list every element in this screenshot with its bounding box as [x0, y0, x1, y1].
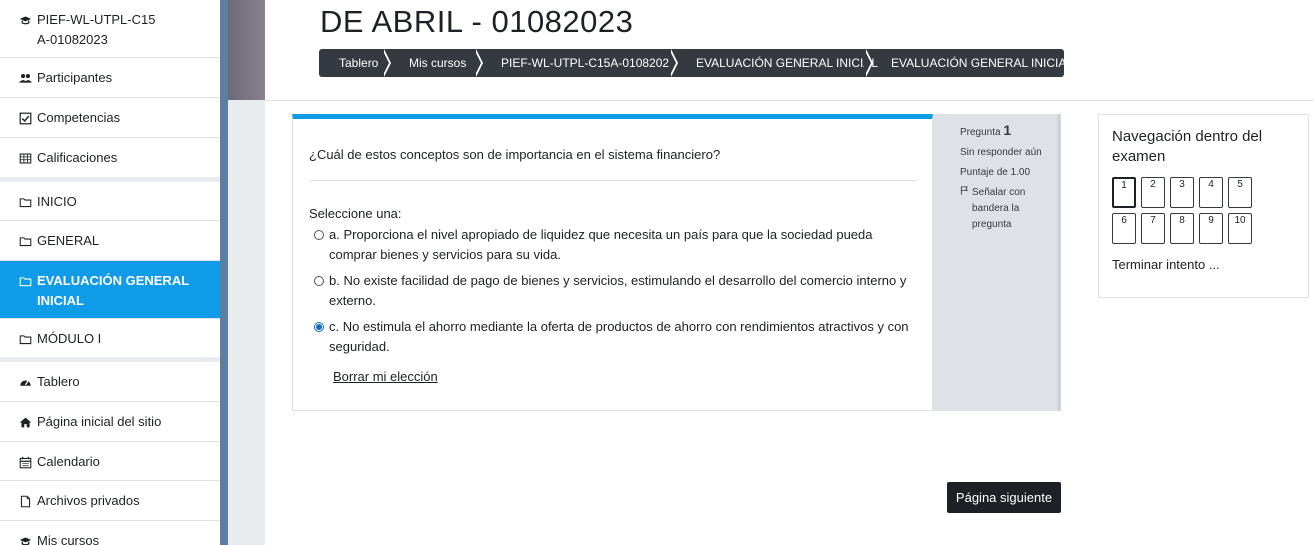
quiz-nav-button-8[interactable]: 8 [1170, 213, 1194, 244]
breadcrumb-item-course[interactable]: PIEF-WL-UTPL-C15A-01082023 [481, 49, 676, 77]
quiz-nav-button-2[interactable]: 2 [1141, 177, 1165, 208]
sidebar-item-competencias[interactable]: Competencias [0, 98, 220, 138]
breadcrumb-item-tablero[interactable]: Tablero [319, 49, 389, 77]
radio-button-selected[interactable] [314, 322, 324, 332]
sidebar-item-participantes[interactable]: Participantes [0, 58, 220, 98]
question-score: Puntaje de 1.00 [960, 167, 1031, 178]
answer-option-label: c. No estimula el ahorro mediante la ofe… [329, 319, 909, 354]
breadcrumb-item-mis-cursos[interactable]: Mis cursos [389, 49, 481, 77]
table-icon [18, 151, 32, 165]
graduation-cap-icon [18, 13, 32, 27]
quiz-nav-button-7[interactable]: 7 [1141, 213, 1165, 244]
flag-question-button[interactable]: Señalar con bandera la pregunta [960, 185, 1047, 233]
sidebar-item-label: Competencias [37, 110, 121, 125]
sidebar-item-label: Participantes [37, 70, 113, 85]
sidebar-item-label: Calificaciones [37, 150, 118, 165]
clear-choice-link[interactable]: Borrar mi elección [333, 369, 438, 384]
quiz-navigation-block: Navegación dentro del examen 1 2 3 4 5 6… [1098, 114, 1309, 298]
sidebar: PIEF-WL-UTPL-C15A-01082023 Participantes… [0, 0, 220, 545]
question-number-label: Pregunta [960, 127, 1001, 138]
page-header: DE ABRIL - 01082023 Tablero Mis cursos P… [228, 0, 1314, 100]
radio-button[interactable] [314, 276, 324, 286]
sidebar-item-course[interactable]: PIEF-WL-UTPL-C15A-01082023 [0, 0, 220, 58]
flag-question-label: Señalar con bandera la pregunta [972, 187, 1026, 230]
quiz-nav-button-9[interactable]: 9 [1199, 213, 1223, 244]
breadcrumb: Tablero Mis cursos PIEF-WL-UTPL-C15A-010… [319, 49, 1073, 77]
quiz-nav-button-10[interactable]: 10 [1228, 213, 1252, 244]
divider [309, 180, 916, 181]
quiz-nav-button-1[interactable]: 1 [1112, 177, 1136, 208]
sidebar-item-label: PIEF-WL-UTPL-C15A-01082023 [37, 12, 156, 47]
sidebar-course-group: PIEF-WL-UTPL-C15A-01082023 Participantes… [0, 0, 220, 182]
sidebar-sections-group: INICIO GENERAL EVALUACIÓN GENERAL INICIA… [0, 182, 220, 362]
sidebar-item-label: MÓDULO I [37, 331, 102, 346]
question-card: ¿Cuál de estos conceptos son de importan… [292, 114, 933, 411]
folder-icon [18, 195, 32, 209]
question-text: ¿Cuál de estos conceptos son de importan… [309, 147, 721, 162]
sidebar-item-tablero[interactable]: Tablero [0, 362, 220, 402]
quiz-nav-button-4[interactable]: 4 [1199, 177, 1223, 208]
sidebar-item-calendario[interactable]: Calendario [0, 442, 220, 481]
breadcrumb-item-section[interactable]: EVALUACIÓN GENERAL INICIAL [676, 49, 878, 77]
radio-button[interactable] [314, 230, 324, 240]
calendar-icon [18, 455, 32, 469]
sidebar-item-label: GENERAL [37, 233, 100, 248]
answer-option-b[interactable]: b. No existe facilidad de pago de bienes… [309, 271, 919, 311]
next-page-button[interactable]: Página siguiente [947, 482, 1061, 513]
breadcrumb-item-quiz[interactable]: EVALUACIÓN GENERAL INICIAL [871, 49, 1073, 77]
sidebar-item-label: EVALUACIÓN GENERAL INICIAL [37, 273, 189, 308]
quiz-nav-button-5[interactable]: 5 [1228, 177, 1252, 208]
sidebar-item-mis-cursos[interactable]: Mis cursos [0, 521, 220, 545]
folder-icon [18, 234, 32, 248]
answer-option-label: a. Proporciona el nivel apropiado de liq… [329, 227, 873, 262]
quiz-nav-button-3[interactable]: 3 [1170, 177, 1194, 208]
sidebar-item-label: Mis cursos [37, 533, 100, 545]
sidebar-item-evaluacion-general-inicial[interactable]: EVALUACIÓN GENERAL INICIAL [0, 261, 220, 319]
drawer-edge [220, 0, 228, 545]
folder-icon [18, 332, 32, 346]
answer-option-label: b. No existe facilidad de pago de bienes… [329, 273, 907, 308]
sidebar-item-general[interactable]: GENERAL [0, 221, 220, 261]
users-icon [18, 71, 32, 85]
question-number: 1 [1003, 122, 1012, 138]
answer-prompt: Seleccione una: [309, 206, 402, 221]
file-icon [18, 494, 32, 508]
sidebar-item-label: Tablero [37, 374, 80, 389]
sidebar-item-calificaciones[interactable]: Calificaciones [0, 138, 220, 177]
header-panel: DE ABRIL - 01082023 Tablero Mis cursos P… [265, 0, 1314, 100]
dashboard-icon [18, 375, 32, 389]
sidebar-item-label: Archivos privados [37, 493, 140, 508]
question-status: Sin responder aún [960, 147, 1042, 158]
graduation-cap-icon [18, 534, 32, 545]
sidebar-item-archivos-privados[interactable]: Archivos privados [0, 481, 220, 521]
sidebar-item-label: Página inicial del sitio [37, 414, 162, 429]
sidebar-item-label: Calendario [37, 454, 100, 469]
question-info-panel: Pregunta 1 Sin responder aún Puntaje de … [933, 114, 1061, 411]
quiz-nav-button-6[interactable]: 6 [1112, 213, 1136, 244]
sidebar-item-label: INICIO [37, 194, 77, 209]
answer-option-c[interactable]: c. No estimula el ahorro mediante la ofe… [309, 317, 919, 357]
sidebar-item-pagina-inicial[interactable]: Página inicial del sitio [0, 402, 220, 442]
quiz-navigation-title: Navegación dentro del examen [1112, 128, 1263, 165]
folder-icon [18, 274, 32, 288]
home-icon [18, 415, 32, 429]
flag-icon [960, 185, 972, 233]
sidebar-item-inicio[interactable]: INICIO [0, 182, 220, 221]
sidebar-item-modulo-i[interactable]: MÓDULO I [0, 319, 220, 357]
check-square-icon [18, 111, 32, 125]
quiz-navigation-grid: 1 2 3 4 5 6 7 8 9 10 [1112, 177, 1295, 244]
finish-attempt-link[interactable]: Terminar intento ... [1112, 257, 1295, 272]
page-title: DE ABRIL - 01082023 [320, 4, 634, 39]
answer-option-a[interactable]: a. Proporciona el nivel apropiado de liq… [309, 225, 919, 265]
sidebar-site-group: Tablero Página inicial del sitio Calenda… [0, 362, 220, 545]
main-content: ¿Cuál de estos conceptos son de importan… [265, 100, 1314, 545]
